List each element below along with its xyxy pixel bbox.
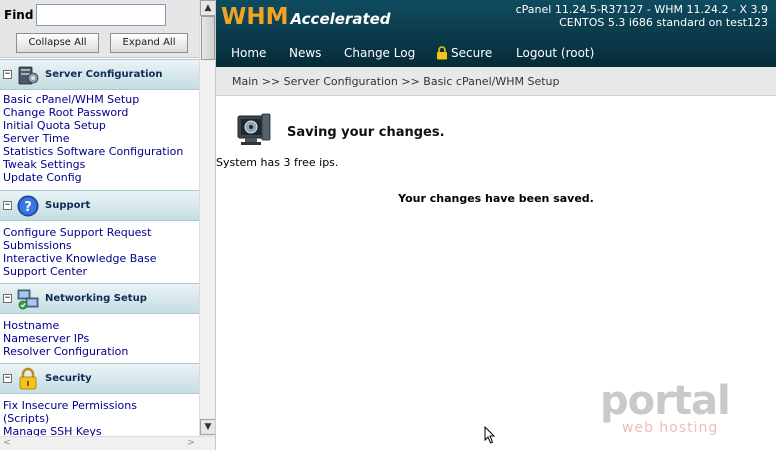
collapse-toggle[interactable]: − <box>3 201 12 210</box>
lock-icon <box>437 46 447 60</box>
scroll-down-icon[interactable]: ▼ <box>200 419 215 435</box>
nav-item-manage-ssh-keys[interactable]: Manage SSH Keys <box>0 425 199 436</box>
section-header-networking[interactable]: − Networking Setup <box>0 283 199 314</box>
free-ips-text: System has 3 free ips. <box>216 156 339 169</box>
nav-item-resolver-configuration[interactable]: Resolver Configuration <box>0 345 199 358</box>
watermark-sub: web hosting <box>622 420 719 436</box>
expand-all-button[interactable]: Expand All <box>110 33 188 53</box>
horizontal-scrollbar[interactable]: < > <box>0 436 215 450</box>
section-list-networking: Hostname Nameserver IPs Resolver Configu… <box>0 319 199 358</box>
section-list-security: Fix Insecure Permissions (Scripts) Manag… <box>0 399 199 436</box>
watermark-logo: portal web hosting <box>600 378 750 448</box>
nav-change-log[interactable]: Change Log <box>344 46 415 60</box>
logo-main: WHM <box>221 4 289 30</box>
scroll-left-icon[interactable]: < <box>0 437 14 450</box>
help-icon: ? <box>17 195 39 217</box>
collapse-toggle[interactable]: − <box>3 294 12 303</box>
scroll-up-icon[interactable]: ▲ <box>200 0 215 16</box>
section-title: Security <box>45 373 92 384</box>
section-list-server-configuration: Basic cPanel/WHM Setup Change Root Passw… <box>0 93 199 184</box>
nav-item-fix-insecure-permissions[interactable]: Fix Insecure Permissions <box>0 399 199 412</box>
section-title: Server Configuration <box>45 69 163 80</box>
vertical-scrollbar[interactable]: ▲ ▼ <box>199 0 215 436</box>
logo-sub: Accelerated <box>290 10 391 28</box>
section-header-server-configuration[interactable]: − Server Configuration <box>0 59 199 90</box>
left-frame: Find Collapse All Expand All − Server Co… <box>0 0 216 450</box>
nav-item-update-config[interactable]: Update Config <box>0 171 199 184</box>
section-title: Support <box>45 200 91 211</box>
whm-logo: WHM Accelerated <box>221 4 391 30</box>
find-panel: Find Collapse All Expand All <box>0 0 199 58</box>
server-config-icon <box>18 66 39 85</box>
nav-item-basic-setup[interactable]: Basic cPanel/WHM Setup <box>0 93 199 106</box>
nav-item-hostname[interactable]: Hostname <box>0 319 199 332</box>
network-icon <box>17 289 39 310</box>
section-title: Networking Setup <box>45 293 147 304</box>
find-label: Find <box>4 8 34 22</box>
scroll-thumb[interactable] <box>201 16 215 60</box>
server-info: CENTOS 5.3 i686 standard on test123 <box>559 16 768 29</box>
nav-logout[interactable]: Logout (root) <box>516 46 594 60</box>
sidebar-nav: − Server Configuration Basic cPanel/WHM … <box>0 59 199 436</box>
nav-item-statistics-software[interactable]: Statistics Software Configuration <box>0 145 199 158</box>
nav-item-tweak-settings[interactable]: Tweak Settings <box>0 158 199 171</box>
version-info: cPanel 11.24.5-R37127 - WHM 11.24.2 - X … <box>515 3 768 16</box>
top-navigation: Home News Change Log Secure Logout (root… <box>216 37 776 67</box>
nav-item-initial-quota-setup[interactable]: Initial Quota Setup <box>0 119 199 132</box>
breadcrumb-bar: Main >> Server Configuration >> Basic cP… <box>216 67 776 96</box>
svg-text:?: ? <box>24 200 32 215</box>
nav-item-submissions[interactable]: Submissions <box>0 239 199 252</box>
section-header-security[interactable]: − Security <box>0 363 199 394</box>
scroll-right-icon[interactable]: > <box>184 437 198 450</box>
nav-item-configure-support-request[interactable]: Configure Support Request <box>0 226 199 239</box>
nav-item-fix-insecure-permissions-scripts[interactable]: (Scripts) <box>0 412 199 425</box>
collapse-all-button[interactable]: Collapse All <box>16 33 99 53</box>
nav-item-nameserver-ips[interactable]: Nameserver IPs <box>0 332 199 345</box>
lock-icon <box>19 367 37 390</box>
section-list-support: Configure Support Request Submissions In… <box>0 226 199 278</box>
watermark-main: portal <box>600 378 731 424</box>
find-input[interactable] <box>36 4 166 26</box>
nav-item-knowledge-base[interactable]: Interactive Knowledge Base <box>0 252 199 265</box>
nav-item-support-center[interactable]: Support Center <box>0 265 199 278</box>
nav-news[interactable]: News <box>289 46 321 60</box>
nav-home[interactable]: Home <box>231 46 266 60</box>
monitor-save-icon <box>237 113 271 145</box>
nav-secure[interactable]: Secure <box>451 46 492 60</box>
nav-item-server-time[interactable]: Server Time <box>0 132 199 145</box>
mouse-cursor-icon <box>484 426 496 444</box>
breadcrumb: Main >> Server Configuration >> Basic cP… <box>232 75 560 88</box>
section-header-support[interactable]: − ? Support <box>0 190 199 221</box>
collapse-toggle[interactable]: − <box>3 374 12 383</box>
collapse-toggle[interactable]: − <box>3 70 12 79</box>
whm-header: WHM Accelerated cPanel 11.24.5-R37127 - W… <box>216 0 776 37</box>
nav-item-change-root-password[interactable]: Change Root Password <box>0 106 199 119</box>
page-title: Saving your changes. <box>287 125 445 140</box>
saved-message: Your changes have been saved. <box>398 192 594 205</box>
